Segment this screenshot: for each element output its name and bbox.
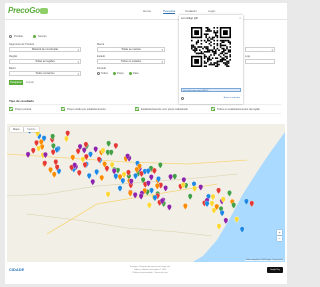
search-button[interactable]: Pesquisar — [9, 80, 23, 85]
field-label-neighborhood: Bairro — [9, 67, 16, 70]
checkbox-average-price[interactable] — [61, 107, 65, 111]
extra-select[interactable]: ▾ — [245, 47, 275, 52]
sort-price-label: Preço — [117, 72, 124, 75]
store-select[interactable] — [245, 59, 275, 64]
map[interactable]: Mapa Satélite + − Dados cartográficos ©2… — [7, 124, 285, 262]
chevron-down-icon: ▾ — [77, 60, 79, 64]
region-select[interactable]: Todas as regiões ▾ — [9, 59, 81, 64]
region-value: Todas as regiões — [35, 60, 55, 63]
checkbox-stores-with-price[interactable] — [135, 107, 139, 111]
checkbox-all-stores[interactable] — [211, 107, 215, 111]
field-label-brand: Marca — [97, 43, 105, 46]
checkbox-point-price[interactable] — [9, 107, 13, 111]
logo-badge-icon — [40, 8, 48, 14]
nav-register[interactable]: Cadastro — [185, 9, 197, 13]
field-label-segment: Segmento de Produto — [9, 43, 35, 46]
sort-price-radio[interactable] — [113, 72, 116, 75]
result-type-label: Estabelecimentos com preço cadastrado — [141, 107, 188, 111]
header: PrecoGo Home Pesquisa Cadastro Login — [5, 3, 287, 20]
radio-service[interactable] — [33, 35, 36, 38]
google-play-badge[interactable]: Google Play — [267, 267, 283, 273]
map-type-tab-map[interactable]: Mapa — [10, 127, 23, 132]
brand-value: Todas as marcas — [121, 48, 141, 51]
field-label-period: Período — [97, 67, 107, 70]
state-value: Todos os estados — [120, 60, 142, 63]
footer-line: Todos os direitos reservados © 2023 — [133, 269, 167, 271]
neighborhood-value: Todos os bairros — [35, 72, 55, 75]
segment-value: Material de construção — [31, 48, 59, 51]
download-app-link[interactable]: Baixar o aplicativo — [224, 97, 240, 99]
field-label-state: Estado — [97, 55, 106, 58]
radio-product[interactable] — [9, 35, 12, 38]
result-type-label: Preço médio por estabelecimento — [67, 107, 106, 111]
result-types-row: Preço pontual Preço médio por estabeleci… — [9, 104, 281, 114]
app-logo[interactable]: PrecoGo — [8, 6, 40, 15]
zoom-out-button[interactable]: − — [277, 236, 282, 241]
qr-code — [191, 27, 231, 67]
qr-popup: Ler código QR × https://precogo.app/m/88… — [179, 15, 243, 104]
chevron-down-icon: ▾ — [77, 72, 79, 76]
footer-line: Política de privacidade · Termos de uso — [132, 272, 168, 274]
qr-popup-title: Ler código QR — [181, 17, 198, 20]
radio-product-label: Produto — [14, 35, 24, 38]
chevron-down-icon: ▾ — [271, 48, 273, 52]
map-canvas[interactable] — [7, 124, 285, 262]
result-types-title: Tipo de resultado — [9, 99, 34, 103]
qr-link-field[interactable]: https://precogo.app/m/88421 — [181, 88, 241, 92]
nav-home[interactable]: Home — [143, 9, 151, 13]
field-label-region: Região — [9, 55, 18, 58]
map-attribution: Dados cartográficos ©2023 Google · Termo… — [244, 260, 284, 261]
result-type-label: Preço pontual — [15, 107, 32, 111]
state-select[interactable]: Todos os estados ▾ — [97, 59, 165, 64]
result-type-label: Todos os estabelecimentos da região — [217, 107, 260, 111]
footer-logo[interactable]: CIDADE — [9, 267, 24, 272]
chevron-down-icon: ▾ — [161, 48, 163, 52]
footer-line: Precogo - Pesquisa de preços em tempo re… — [129, 266, 171, 268]
nav-search[interactable]: Pesquisa — [163, 9, 176, 14]
page: PrecoGo Home Pesquisa Cadastro Login Pro… — [5, 3, 287, 284]
close-icon[interactable]: × — [239, 16, 241, 20]
sort-date-radio[interactable] — [129, 72, 132, 75]
radio-service-label: Serviço — [38, 35, 47, 38]
chevron-down-icon: ▾ — [161, 60, 163, 64]
clear-button[interactable]: Limpar — [25, 80, 35, 85]
qr-option-radio[interactable] — [181, 97, 184, 100]
sort-all-label: Todos — [101, 72, 108, 75]
zoom-in-button[interactable]: + — [277, 230, 282, 235]
chevron-down-icon: ▾ — [77, 48, 79, 52]
field-label-store: Loja — [245, 55, 250, 58]
segment-select[interactable]: Material de construção ▾ — [9, 47, 81, 52]
sort-date-label: Data — [133, 72, 139, 75]
map-type-tab-satellite[interactable]: Satélite — [24, 127, 39, 132]
sort-all-radio[interactable] — [97, 72, 100, 75]
nav-login[interactable]: Login — [208, 9, 215, 13]
brand-select[interactable]: Todas as marcas ▾ — [97, 47, 165, 52]
neighborhood-select[interactable]: Todos os bairros ▾ — [9, 71, 81, 76]
